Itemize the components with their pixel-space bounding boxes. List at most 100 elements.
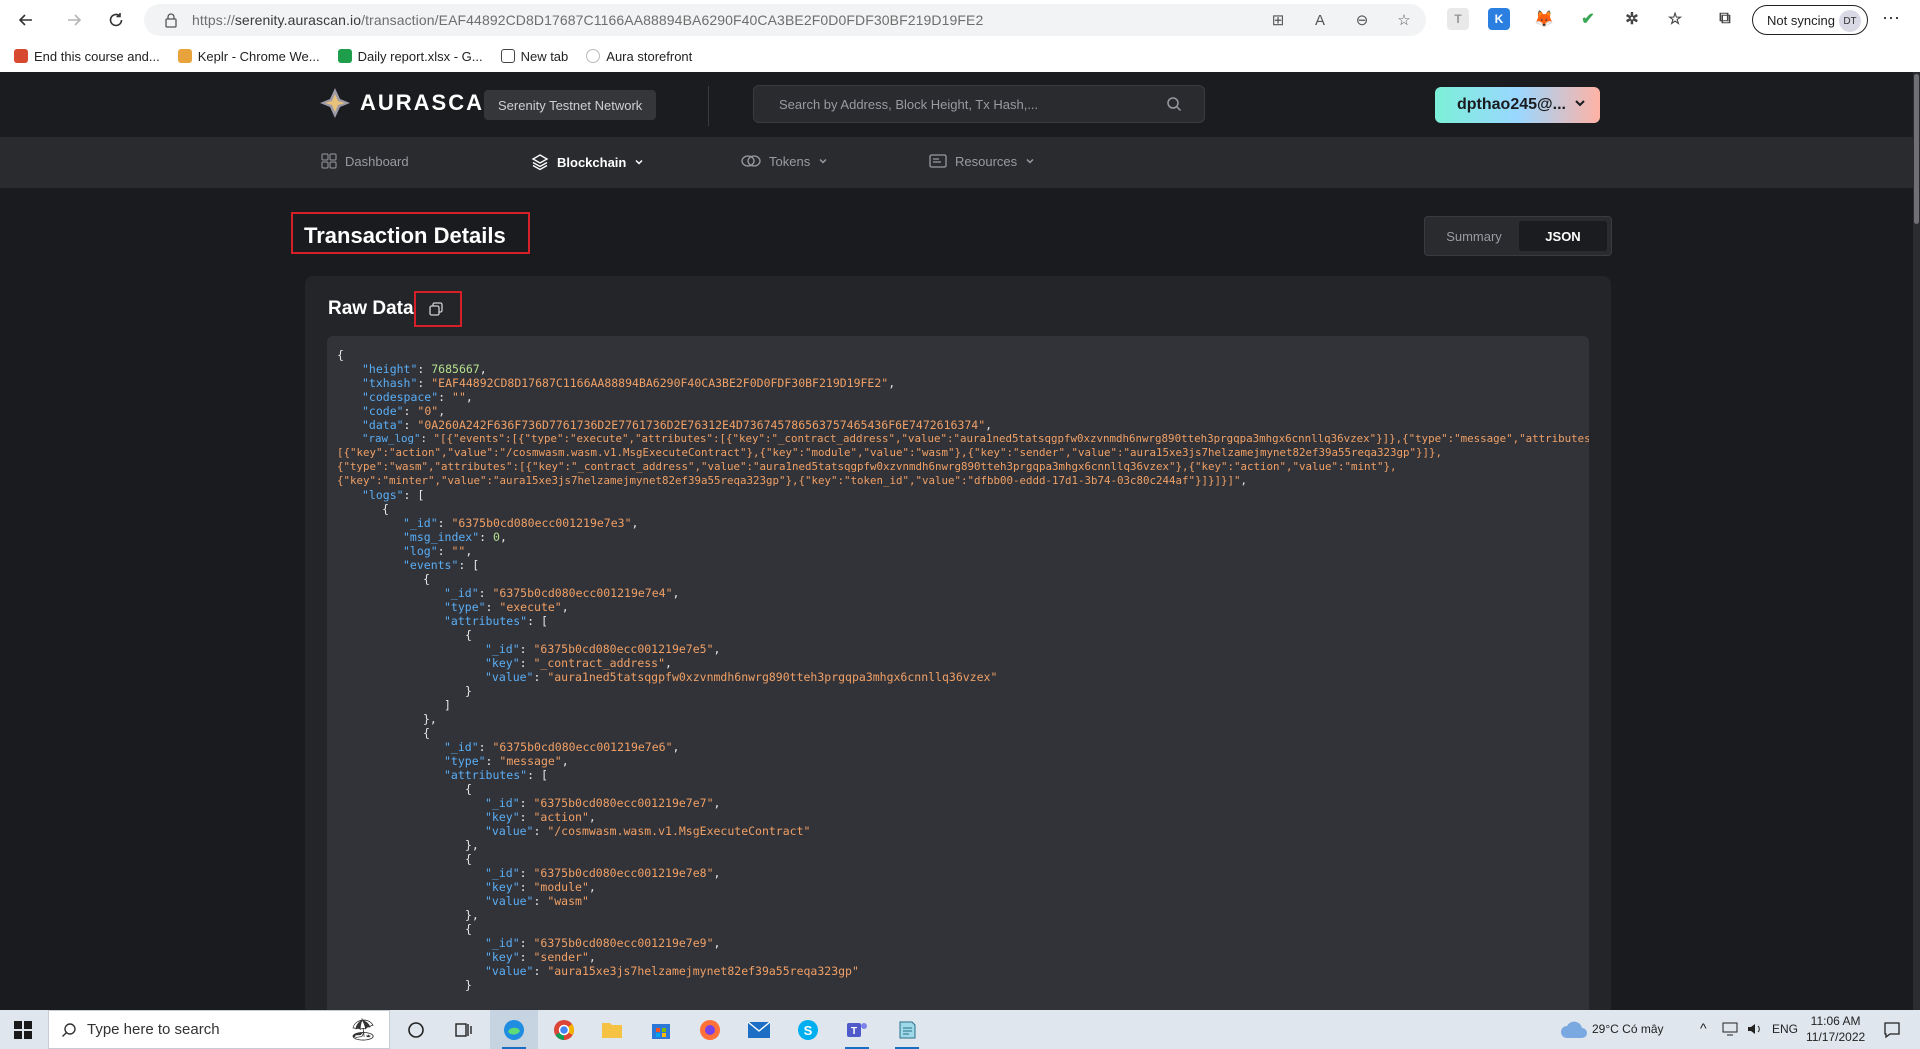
zoom-icon[interactable]: ⊖ (1352, 10, 1372, 30)
mail-icon[interactable] (745, 1016, 773, 1044)
bookmark-favicon-icon (14, 49, 28, 63)
raw-data-title: Raw Data (328, 298, 414, 319)
back-arrow-icon (18, 14, 32, 26)
forward-arrow-icon (68, 14, 82, 26)
firefox-icon[interactable] (696, 1016, 724, 1044)
extensions-puzzle-icon[interactable]: ✲ (1621, 8, 1643, 30)
json-viewer: { "height": 7685667, "txhash": "EAF44892… (327, 336, 1589, 1049)
json-line: }, (423, 712, 437, 726)
page-title: Transaction Details (304, 223, 506, 248)
search-input[interactable] (754, 86, 1154, 122)
bookmarks-bar: End this course and... Keplr - Chrome We… (0, 42, 1920, 70)
json-line: "codespace": "", (362, 390, 473, 404)
back-button[interactable] (12, 6, 40, 34)
main-nav: Dashboard Blockchain Tokens Resources (0, 138, 1920, 188)
site-header: AURASCAN Serenity Testnet Network dpthao… (0, 72, 1920, 138)
extension-leaf-icon[interactable]: ✔ (1577, 8, 1599, 30)
view-toggle: Summary JSON (1424, 216, 1612, 256)
bookmark-item[interactable]: New tab (500, 49, 568, 64)
bookmark-item[interactable]: End this course and... (14, 49, 160, 64)
app-available-icon[interactable]: ⊞ (1268, 10, 1288, 30)
search-icon[interactable] (1166, 96, 1182, 112)
forward-button[interactable] (60, 6, 88, 34)
json-line: "value": "aura1ned5tatsqgpfw0xzvnmdh6nwr… (485, 670, 998, 684)
aurascan-logo-icon (320, 88, 350, 118)
header-divider (708, 86, 709, 126)
language-indicator[interactable]: ENG (1772, 1022, 1798, 1036)
cloud-weather-icon (1561, 1021, 1587, 1038)
bookmark-item[interactable]: Keplr - Chrome We... (177, 49, 320, 64)
json-line: "events": [ (403, 558, 480, 572)
store-icon[interactable] (647, 1016, 675, 1044)
json-line: "logs": [ (362, 488, 425, 502)
chrome-icon[interactable] (550, 1016, 578, 1044)
system-clock[interactable]: 11:06 AM 11/17/2022 (1806, 1013, 1865, 1045)
json-line: { (465, 782, 472, 796)
read-aloud-icon[interactable]: A (1310, 10, 1330, 30)
bookmark-favicon-icon (500, 49, 515, 63)
weather-text[interactable]: 29°C Có mây (1592, 1022, 1664, 1036)
chevron-up-icon[interactable]: ^ (1700, 1020, 1707, 1036)
json-line: "_id": "6375b0cd080ecc001219e7e3", (403, 516, 639, 530)
favorites-icon[interactable]: ☆ (1664, 8, 1686, 30)
json-line: "attributes": [ (444, 768, 548, 782)
json-line: }, (465, 838, 479, 852)
refresh-icon (109, 13, 123, 27)
task-view-icon[interactable] (450, 1016, 478, 1044)
search-highlight-icon: 🏖 (349, 1017, 377, 1042)
json-line: "type": "execute", (444, 600, 569, 614)
bookmark-favicon-icon (586, 49, 601, 63)
sync-button[interactable]: Not syncing DT (1752, 5, 1868, 35)
browser-toolbar: https://serenity.aurascan.io/transaction… (0, 0, 1920, 72)
json-line: "code": "0", (362, 404, 446, 418)
nav-resources[interactable]: Resources (929, 153, 1035, 169)
edge-browser-icon[interactable] (500, 1016, 528, 1044)
search-box[interactable] (753, 85, 1205, 123)
json-line: {"type":"wasm","attributes":[{"key":"_co… (337, 460, 1397, 473)
collections-icon[interactable]: ⧉ (1714, 8, 1736, 30)
volume-icon[interactable] (1746, 1022, 1764, 1036)
windows-start-icon[interactable] (14, 1021, 32, 1039)
nav-dashboard[interactable]: Dashboard (321, 153, 409, 169)
copy-icon[interactable] (429, 302, 443, 316)
json-line: "attributes": [ (444, 614, 548, 628)
aurascan-logo[interactable]: AURASCAN (318, 86, 502, 120)
json-line: "value": "/cosmwasm.wasm.v1.MsgExecuteCo… (485, 824, 811, 838)
skype-icon[interactable]: S (794, 1016, 822, 1044)
url-text[interactable]: https://serenity.aurascan.io/transaction… (192, 12, 983, 28)
json-line: "log": "", (403, 544, 473, 558)
address-bar[interactable]: https://serenity.aurascan.io/transaction… (144, 4, 1426, 36)
taskbar-search[interactable]: Type here to search 🏖 (48, 1010, 390, 1049)
json-line: "type": "message", (444, 754, 569, 768)
wallet-button[interactable]: dpthao245@... (1435, 87, 1600, 123)
tab-summary[interactable]: Summary (1429, 221, 1519, 251)
nav-tokens[interactable]: Tokens (741, 153, 828, 169)
notification-icon[interactable] (1883, 1021, 1901, 1039)
nav-blockchain[interactable]: Blockchain (531, 153, 644, 171)
more-menu-icon[interactable]: ⋯ (1882, 8, 1900, 29)
bookmark-item[interactable]: Daily report.xlsx - G... (337, 49, 483, 64)
json-line: "_id": "6375b0cd080ecc001219e7e7", (485, 796, 721, 810)
page-scrollbar-thumb[interactable] (1914, 74, 1919, 224)
file-explorer-icon[interactable] (598, 1016, 626, 1044)
bookmark-item[interactable]: Aura storefront (586, 49, 692, 64)
json-line: "key": "action", (485, 810, 596, 824)
lock-icon (165, 13, 177, 28)
favorite-star-icon[interactable]: ☆ (1394, 10, 1414, 30)
json-line: "data": "0A260A242F636F736D7761736D2E776… (362, 418, 993, 432)
metamask-extension-icon[interactable]: 🦊 (1533, 8, 1555, 30)
refresh-button[interactable] (102, 6, 130, 34)
json-line: "txhash": "EAF44892CD8D17687C1166AA88894… (362, 376, 896, 390)
notepad-icon[interactable] (893, 1016, 921, 1044)
keplr-extension-icon[interactable]: K (1488, 8, 1510, 30)
tab-json[interactable]: JSON (1519, 221, 1607, 251)
teams-icon[interactable]: T (843, 1016, 871, 1044)
json-line: "key": "_contract_address", (485, 656, 672, 670)
cortana-icon[interactable] (402, 1016, 430, 1044)
bookmark-favicon-icon (337, 49, 352, 63)
translate-extension-icon[interactable]: T (1447, 8, 1469, 30)
json-line: ] (444, 698, 451, 712)
json-line: "height": 7685667, (362, 362, 487, 376)
network-icon[interactable] (1722, 1022, 1740, 1036)
json-line: "_id": "6375b0cd080ecc001219e7e9", (485, 936, 721, 950)
